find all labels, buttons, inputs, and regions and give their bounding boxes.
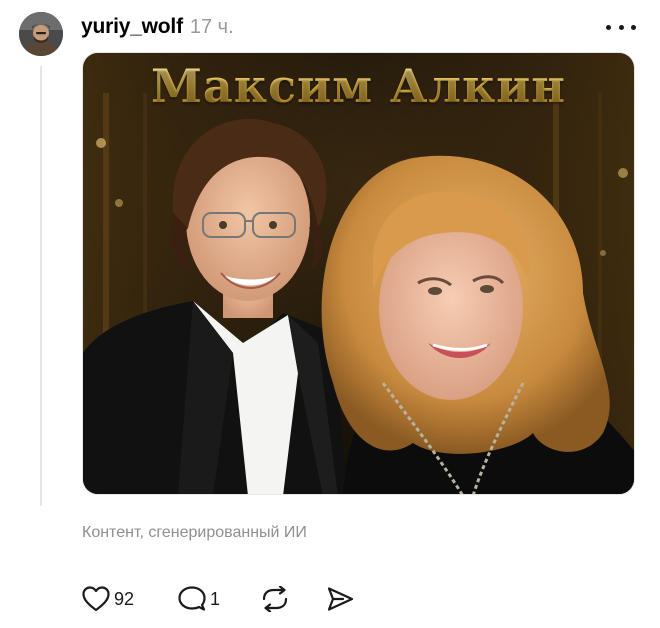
username[interactable]: yuriy_wolf — [81, 15, 183, 39]
more-dots-icon — [631, 24, 636, 30]
share-button[interactable] — [326, 586, 354, 612]
post-image[interactable]: Максим Алкин — [82, 52, 635, 495]
repost-button[interactable] — [260, 586, 326, 612]
post-timestamp: 17 ч. — [189, 16, 234, 38]
avatar-photo — [19, 12, 63, 56]
like-count: 92 — [114, 588, 135, 609]
thread-line — [40, 66, 42, 506]
like-button[interactable]: 92 — [82, 586, 178, 612]
post-image-photo — [83, 53, 634, 494]
thread-post: yuriy_wolf 17 ч. Максим Алкин Контент, с… — [0, 0, 660, 628]
image-title: Максим Алкин — [83, 63, 634, 109]
comment-button[interactable]: 1 — [178, 586, 260, 612]
post-header: yuriy_wolf 17 ч. — [81, 15, 234, 45]
repost-arrows-icon — [260, 586, 290, 612]
heart-icon — [82, 586, 110, 612]
user-avatar[interactable] — [19, 12, 63, 56]
comment-bubble-icon — [178, 586, 206, 612]
more-dots-icon — [618, 24, 624, 30]
comment-count: 1 — [210, 588, 221, 609]
post-actions: 92 1 — [82, 583, 354, 615]
more-options-button[interactable] — [606, 16, 636, 38]
ai-content-label: Контент, сгенерированный ИИ — [82, 524, 307, 541]
send-plane-icon — [326, 586, 354, 612]
more-dots-icon — [606, 24, 611, 30]
